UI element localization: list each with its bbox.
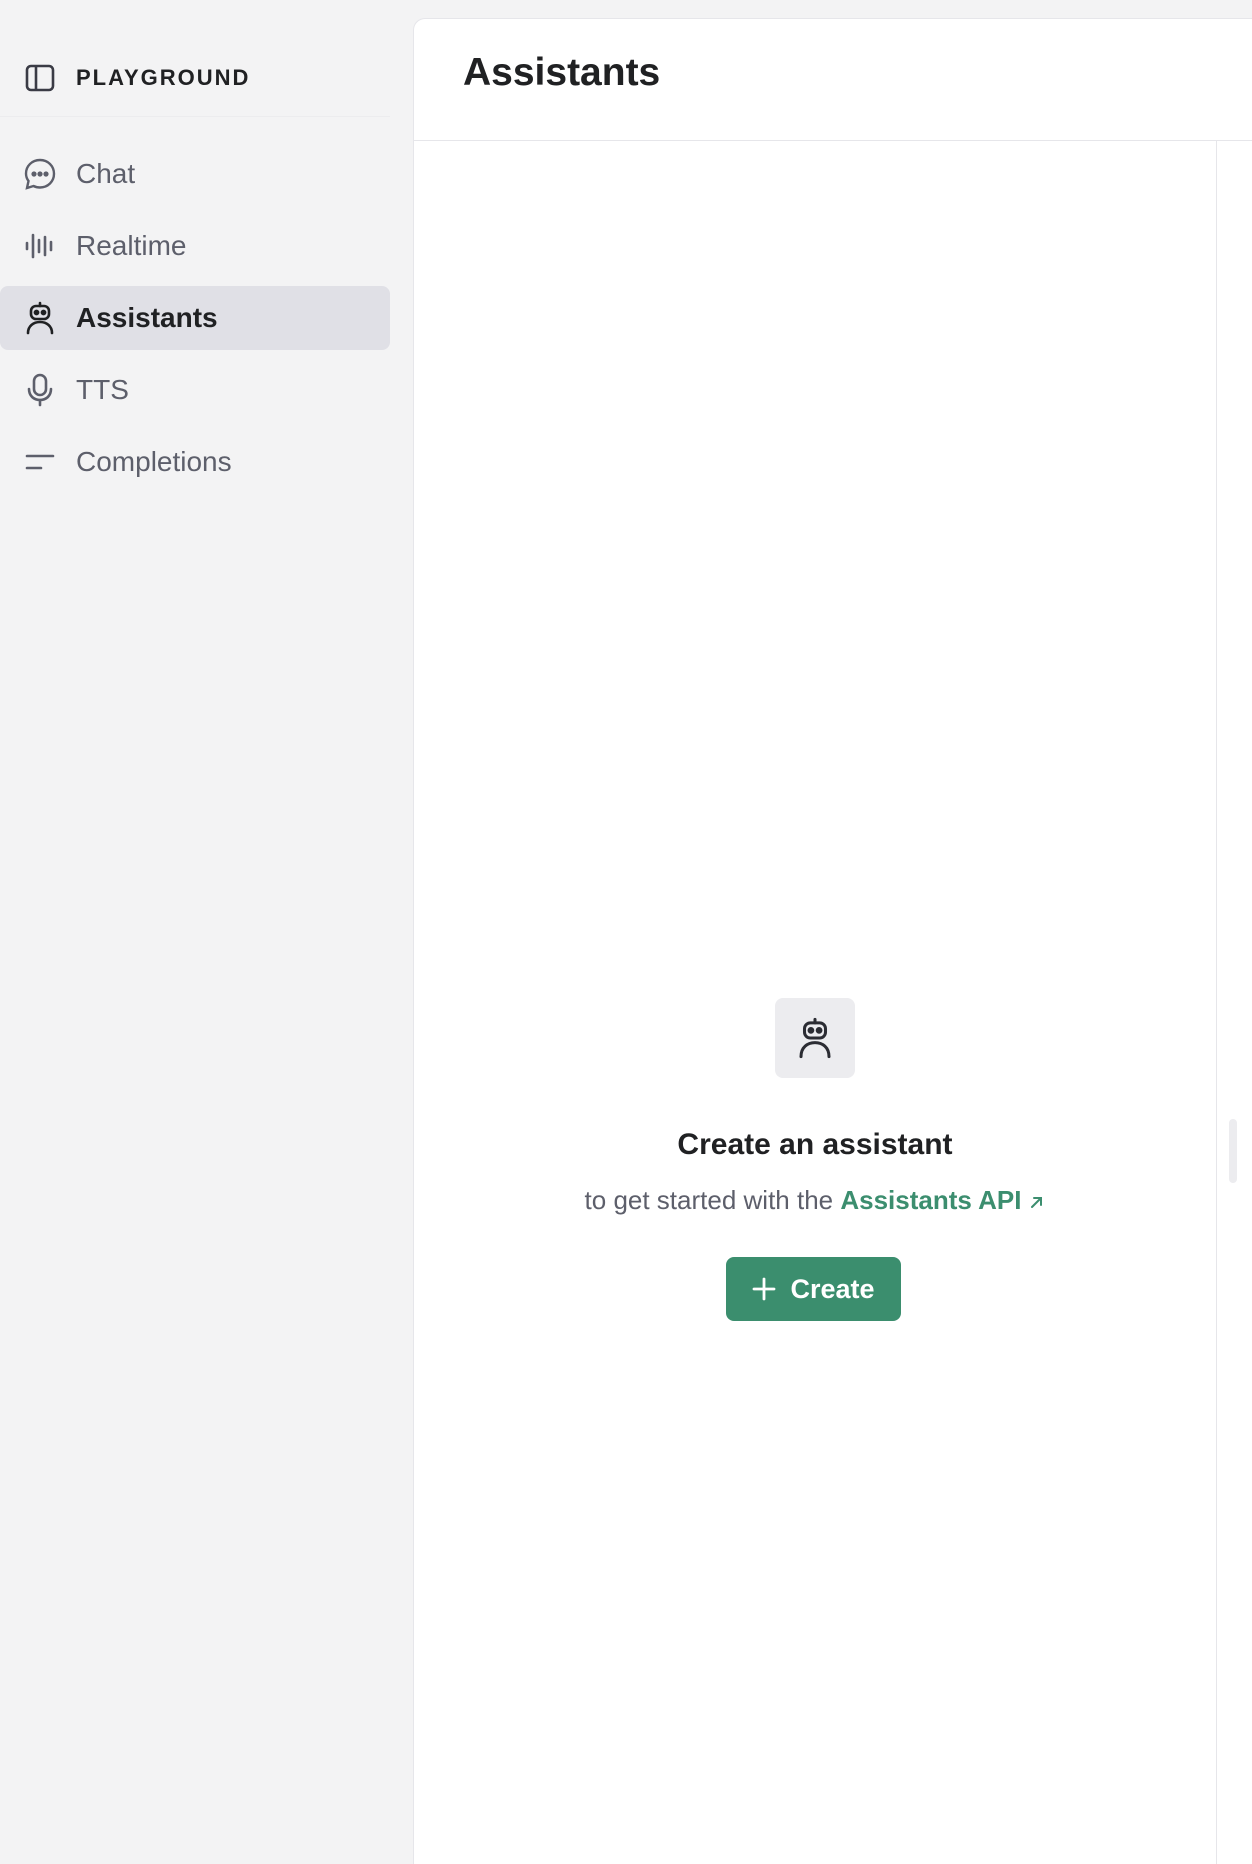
robot-icon — [22, 300, 58, 336]
sidebar-item-label: Chat — [76, 158, 136, 189]
empty-state-subtitle: to get started with the Assistants API — [414, 1185, 1216, 1216]
empty-state: Create an assistant to get started with … — [414, 140, 1216, 1864]
sidebar-item-completions[interactable]: Completions — [0, 430, 390, 494]
sidebar: PLAYGROUND Chat Realtime Assistants TTS … — [0, 0, 413, 1864]
panel-resize-handle[interactable] — [1229, 1119, 1237, 1183]
lines-icon — [22, 444, 58, 480]
external-link-arrow-icon — [1031, 1197, 1043, 1209]
main-header: Assistants — [414, 19, 1252, 141]
app-root: PLAYGROUND Chat Realtime Assistants TTS … — [0, 0, 1252, 1864]
sidebar-header: PLAYGROUND — [0, 40, 390, 117]
assistants-content: Create an assistant to get started with … — [414, 140, 1217, 1864]
create-button-label: Create — [790, 1273, 875, 1304]
main-panel: Assistants Create an assistant to get st… — [413, 18, 1252, 1864]
robot-icon — [775, 998, 855, 1078]
sidebar-item-label: Assistants — [76, 302, 218, 333]
brand-title: PLAYGROUND — [76, 65, 251, 90]
sidebar-item-label: TTS — [76, 374, 129, 405]
create-button[interactable]: Create — [726, 1257, 901, 1321]
assistants-api-link-text: Assistants API — [840, 1185, 1022, 1215]
chat-bubble-icon — [22, 156, 58, 192]
sidebar-toggle-icon[interactable] — [22, 60, 58, 96]
sidebar-nav: Chat Realtime Assistants TTS Completions — [0, 142, 390, 502]
sidebar-item-assistants[interactable]: Assistants — [0, 286, 390, 350]
waveform-icon — [22, 228, 58, 264]
sidebar-item-label: Realtime — [76, 230, 187, 261]
page-title: Assistants — [463, 51, 661, 94]
microphone-icon — [22, 372, 58, 408]
assistants-api-link[interactable]: Assistants API — [840, 1185, 1045, 1215]
empty-state-subtitle-text: to get started with the — [584, 1185, 834, 1215]
sidebar-item-chat[interactable]: Chat — [0, 142, 390, 206]
empty-state-title: Create an assistant — [677, 1128, 953, 1161]
sidebar-item-realtime[interactable]: Realtime — [0, 214, 390, 278]
sidebar-item-tts[interactable]: TTS — [0, 358, 390, 422]
sidebar-item-label: Completions — [76, 446, 232, 477]
plus-icon — [752, 1277, 776, 1301]
